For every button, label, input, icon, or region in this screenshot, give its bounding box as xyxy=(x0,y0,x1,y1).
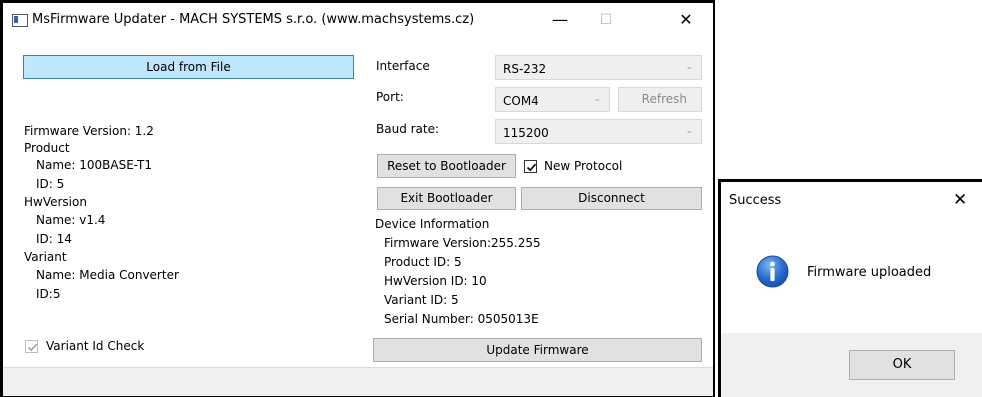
port-select[interactable]: COM4 ⌄ xyxy=(495,87,610,112)
ok-button[interactable]: OK xyxy=(849,350,955,380)
variant-name: Name: Media Converter xyxy=(36,268,179,282)
baud-rate-select[interactable]: 115200 ⌄ xyxy=(495,119,702,144)
hwversion-heading: HwVersion xyxy=(24,195,87,209)
product-name: Name: 100BASE-T1 xyxy=(36,158,152,172)
product-heading: Product xyxy=(24,141,70,155)
device-hwversion-id: HwVersion ID: 10 xyxy=(384,274,487,288)
dialog-message: Firmware uploaded xyxy=(807,265,932,280)
status-bar xyxy=(3,367,713,396)
firmware-version-label: Firmware Version: 1.2 xyxy=(24,124,154,138)
minimize-button[interactable]: — xyxy=(540,9,580,31)
reset-to-bootloader-button[interactable]: Reset to Bootloader xyxy=(377,154,516,178)
load-from-file-button[interactable]: Load from File xyxy=(23,55,354,79)
device-variant-id: Variant ID: 5 xyxy=(384,293,459,307)
chevron-down-icon: ⌄ xyxy=(685,62,693,72)
variant-id-check-label: Variant Id Check xyxy=(46,339,145,353)
update-firmware-button[interactable]: Update Firmware xyxy=(373,338,702,362)
new-protocol-checkbox[interactable] xyxy=(524,160,537,173)
variant-id-check-checkbox[interactable] xyxy=(25,340,38,353)
device-product-id: Product ID: 5 xyxy=(384,255,462,269)
main-window: MsFirmware Updater - MACH SYSTEMS s.r.o.… xyxy=(3,3,713,396)
baud-rate-value: 115200 xyxy=(503,126,549,140)
chevron-down-icon: ⌄ xyxy=(593,94,601,104)
checkmark-icon xyxy=(526,163,537,172)
info-icon xyxy=(756,255,789,288)
close-button[interactable]: ✕ xyxy=(666,9,706,31)
variant-id: ID:5 xyxy=(36,287,61,301)
interface-select[interactable]: RS-232 ⌄ xyxy=(495,55,702,80)
hwversion-id: ID: 14 xyxy=(36,232,72,246)
dialog-title: Success xyxy=(729,193,782,208)
dialog-close-button[interactable]: ✕ xyxy=(953,190,967,210)
main-window-frame: MsFirmware Updater - MACH SYSTEMS s.r.o.… xyxy=(0,0,715,397)
title-bar[interactable]: MsFirmware Updater - MACH SYSTEMS s.r.o.… xyxy=(3,3,713,36)
window-title: MsFirmware Updater - MACH SYSTEMS s.r.o.… xyxy=(32,12,475,27)
dialog-footer: OK xyxy=(721,333,982,397)
app-icon xyxy=(12,14,28,27)
refresh-button[interactable]: Refresh xyxy=(618,87,702,112)
interface-value: RS-232 xyxy=(503,62,547,76)
product-id: ID: 5 xyxy=(36,177,65,191)
device-firmware-version: Firmware Version:255.255 xyxy=(384,236,541,250)
success-dialog-frame: Success ✕ Firmware uploaded OK xyxy=(718,179,982,397)
baud-rate-label: Baud rate: xyxy=(376,122,440,136)
disconnect-button[interactable]: Disconnect xyxy=(521,187,702,210)
device-info-heading: Device Information xyxy=(375,217,490,231)
checkmark-icon xyxy=(27,343,38,352)
chevron-down-icon: ⌄ xyxy=(685,126,693,136)
main-content: Load from File Firmware Version: 1.2 Pro… xyxy=(3,36,713,367)
hwversion-name: Name: v1.4 xyxy=(36,213,106,227)
new-protocol-label: New Protocol xyxy=(544,159,623,173)
device-serial-number: Serial Number: 0505013E xyxy=(384,312,539,326)
port-value: COM4 xyxy=(503,94,539,108)
variant-heading: Variant xyxy=(24,250,67,264)
maximize-button[interactable]: ☐ xyxy=(586,9,626,31)
exit-bootloader-button[interactable]: Exit Bootloader xyxy=(377,187,516,210)
interface-label: Interface xyxy=(376,59,430,73)
success-dialog: Success ✕ Firmware uploaded OK xyxy=(721,182,982,397)
port-label: Port: xyxy=(376,90,404,104)
